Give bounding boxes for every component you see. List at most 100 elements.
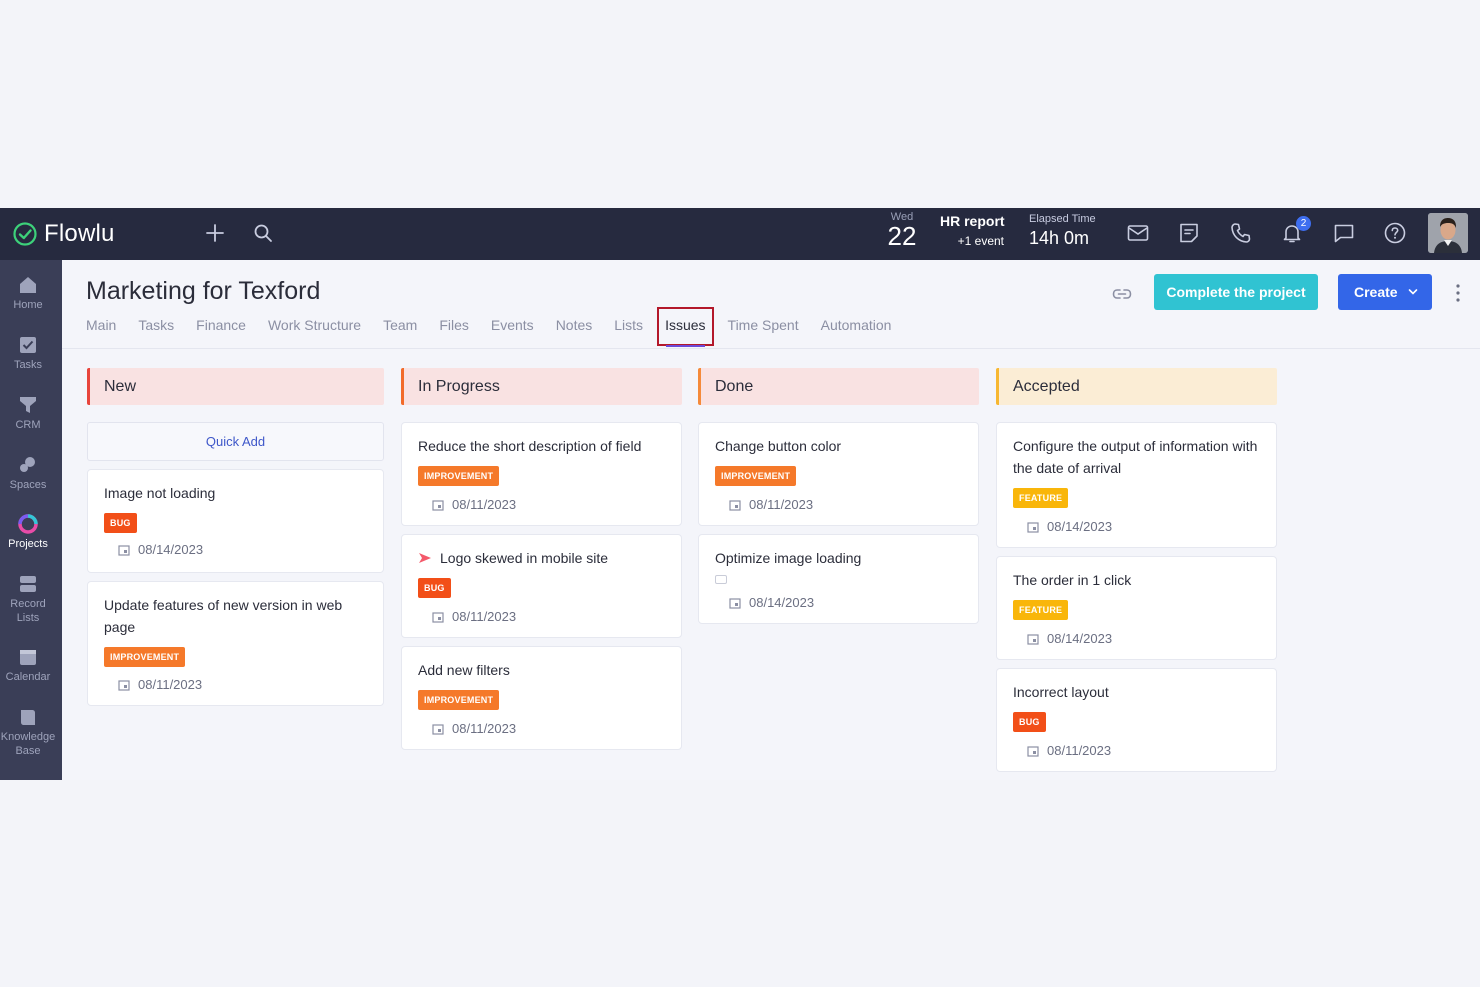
issue-card[interactable]: Configure the output of information with… [996,422,1277,548]
logo-check-icon [13,222,37,246]
tab-time-spent[interactable]: Time Spent [728,316,799,346]
issue-tag: IMPROVEMENT [418,690,500,710]
issue-title: Logo skewed in mobile site [440,550,609,566]
sidebar-item-label: Home [13,299,43,311]
tab-issues[interactable]: Issues [657,307,714,347]
sidebar: Home Tasks CRM Spaces Projects Record Li… [0,260,62,780]
calendar-icon [432,611,444,623]
project-tabs: Main Tasks Finance Work Structure Team F… [86,307,913,347]
sidebar-item-projects[interactable]: Projects [0,513,56,551]
event-more: +1 event [957,234,1004,248]
calendar-icon [729,597,741,609]
elapsed-value: 14h 0m [1029,228,1090,248]
elapsed-time[interactable]: Elapsed Time 14h 0m [1029,213,1096,249]
issue-title: Add new filters [418,662,510,678]
tabs-divider [62,348,1480,349]
quick-add-button[interactable]: Quick Add [87,422,384,461]
issue-tag: BUG [418,578,451,598]
sidebar-item-record-lists[interactable]: Record Lists [0,573,56,625]
notes-icon[interactable] [1177,221,1201,245]
calendar-icon [118,679,130,691]
sidebar-item-label: Tasks [13,359,43,371]
plus-icon[interactable] [203,221,227,245]
app-name: Flowlu [44,220,115,247]
projects-icon [18,514,38,534]
search-icon[interactable] [252,222,274,244]
complete-project-button[interactable]: Complete the project [1154,274,1318,310]
sidebar-item-knowledge-base[interactable]: Knowledge Base [0,706,56,758]
user-avatar[interactable] [1428,213,1468,253]
mail-icon[interactable] [1126,221,1150,245]
sidebar-item-spaces[interactable]: Spaces [0,454,56,492]
sidebar-item-label: Projects [8,538,48,550]
issue-tag: IMPROVEMENT [715,466,797,486]
record-lists-icon [20,576,36,592]
help-icon[interactable] [1383,221,1407,245]
column-header-in-progress: In Progress [401,368,682,405]
chevron-down-icon [1408,289,1418,295]
column-header-accepted: Accepted [996,368,1277,405]
notifications-badge: 2 [1296,216,1311,231]
upcoming-event[interactable]: HR report +1 event [940,213,1005,248]
issue-date: 08/11/2023 [1027,743,1111,758]
sidebar-item-label: Knowledge Base [0,731,56,757]
sidebar-item-tasks[interactable]: Tasks [0,334,56,372]
create-button[interactable]: Create [1338,274,1432,310]
issue-tag: FEATURE [1013,600,1069,620]
tab-events[interactable]: Events [491,316,534,346]
issue-title: Update features of new version in web pa… [104,597,343,635]
issue-date: 08/11/2023 [729,497,813,512]
issue-tag: IMPROVEMENT [104,647,186,667]
avatar-image [1428,213,1468,253]
home-icon [20,277,36,293]
app-logo[interactable]: Flowlu [12,220,115,248]
issue-card[interactable]: Incorrect layout BUG 08/11/2023 [996,668,1277,772]
issue-title: The order in 1 click [1013,572,1132,588]
sidebar-item-label: Record Lists [10,598,46,624]
tab-finance[interactable]: Finance [196,316,246,346]
issue-tag: BUG [104,513,137,533]
issue-card[interactable]: Optimize image loading 08/14/2023 [698,534,979,624]
tab-team[interactable]: Team [383,316,417,346]
spaces-icon [20,457,35,472]
issue-date: 08/14/2023 [1027,519,1112,534]
issue-card[interactable]: Image not loading BUG 08/14/2023 [87,469,384,573]
issue-title: Reduce the short description of field [418,438,642,454]
sidebar-item-crm[interactable]: CRM [0,394,56,432]
tab-work-structure[interactable]: Work Structure [268,316,361,346]
issue-card[interactable]: Change button color IMPROVEMENT 08/11/20… [698,422,979,526]
chat-icon[interactable] [1332,221,1356,245]
issue-card[interactable]: Update features of new version in web pa… [87,581,384,706]
column-header-done: Done [698,368,979,405]
current-date[interactable]: Wed 22 [885,211,919,249]
priority-icon [419,553,431,563]
calendar-icon [20,650,36,665]
tab-main[interactable]: Main [86,316,116,346]
issue-card[interactable]: The order in 1 click FEATURE 08/14/2023 [996,556,1277,660]
link-icon[interactable] [1110,282,1134,306]
phone-icon[interactable] [1229,221,1253,245]
tab-automation[interactable]: Automation [821,316,892,346]
issue-title: Change button color [715,438,842,454]
issue-date: 08/11/2023 [432,609,516,624]
tab-files[interactable]: Files [439,316,469,346]
issue-tag: IMPROVEMENT [418,466,500,486]
event-title: HR report [940,213,1005,229]
issue-date: 08/14/2023 [1027,631,1112,646]
issue-card[interactable]: Reduce the short description of field IM… [401,422,682,526]
calendar-icon [729,499,741,511]
tab-tasks[interactable]: Tasks [138,316,174,346]
column-header-new: New [87,368,384,405]
tab-lists[interactable]: Lists [614,316,643,346]
issue-date: 08/11/2023 [432,721,516,736]
issue-card[interactable]: Logo skewed in mobile site BUG 08/11/202… [401,534,682,638]
sidebar-item-home[interactable]: Home [0,274,56,312]
sidebar-item-calendar[interactable]: Calendar [0,646,56,684]
issue-date: 08/11/2023 [432,497,516,512]
more-options-icon[interactable] [1450,282,1466,304]
issue-title: Incorrect layout [1013,684,1109,700]
issue-date: 08/11/2023 [118,677,202,692]
tab-notes[interactable]: Notes [556,316,593,346]
issue-card[interactable]: Add new filters IMPROVEMENT 08/11/2023 [401,646,682,750]
sidebar-item-label: CRM [15,419,41,431]
